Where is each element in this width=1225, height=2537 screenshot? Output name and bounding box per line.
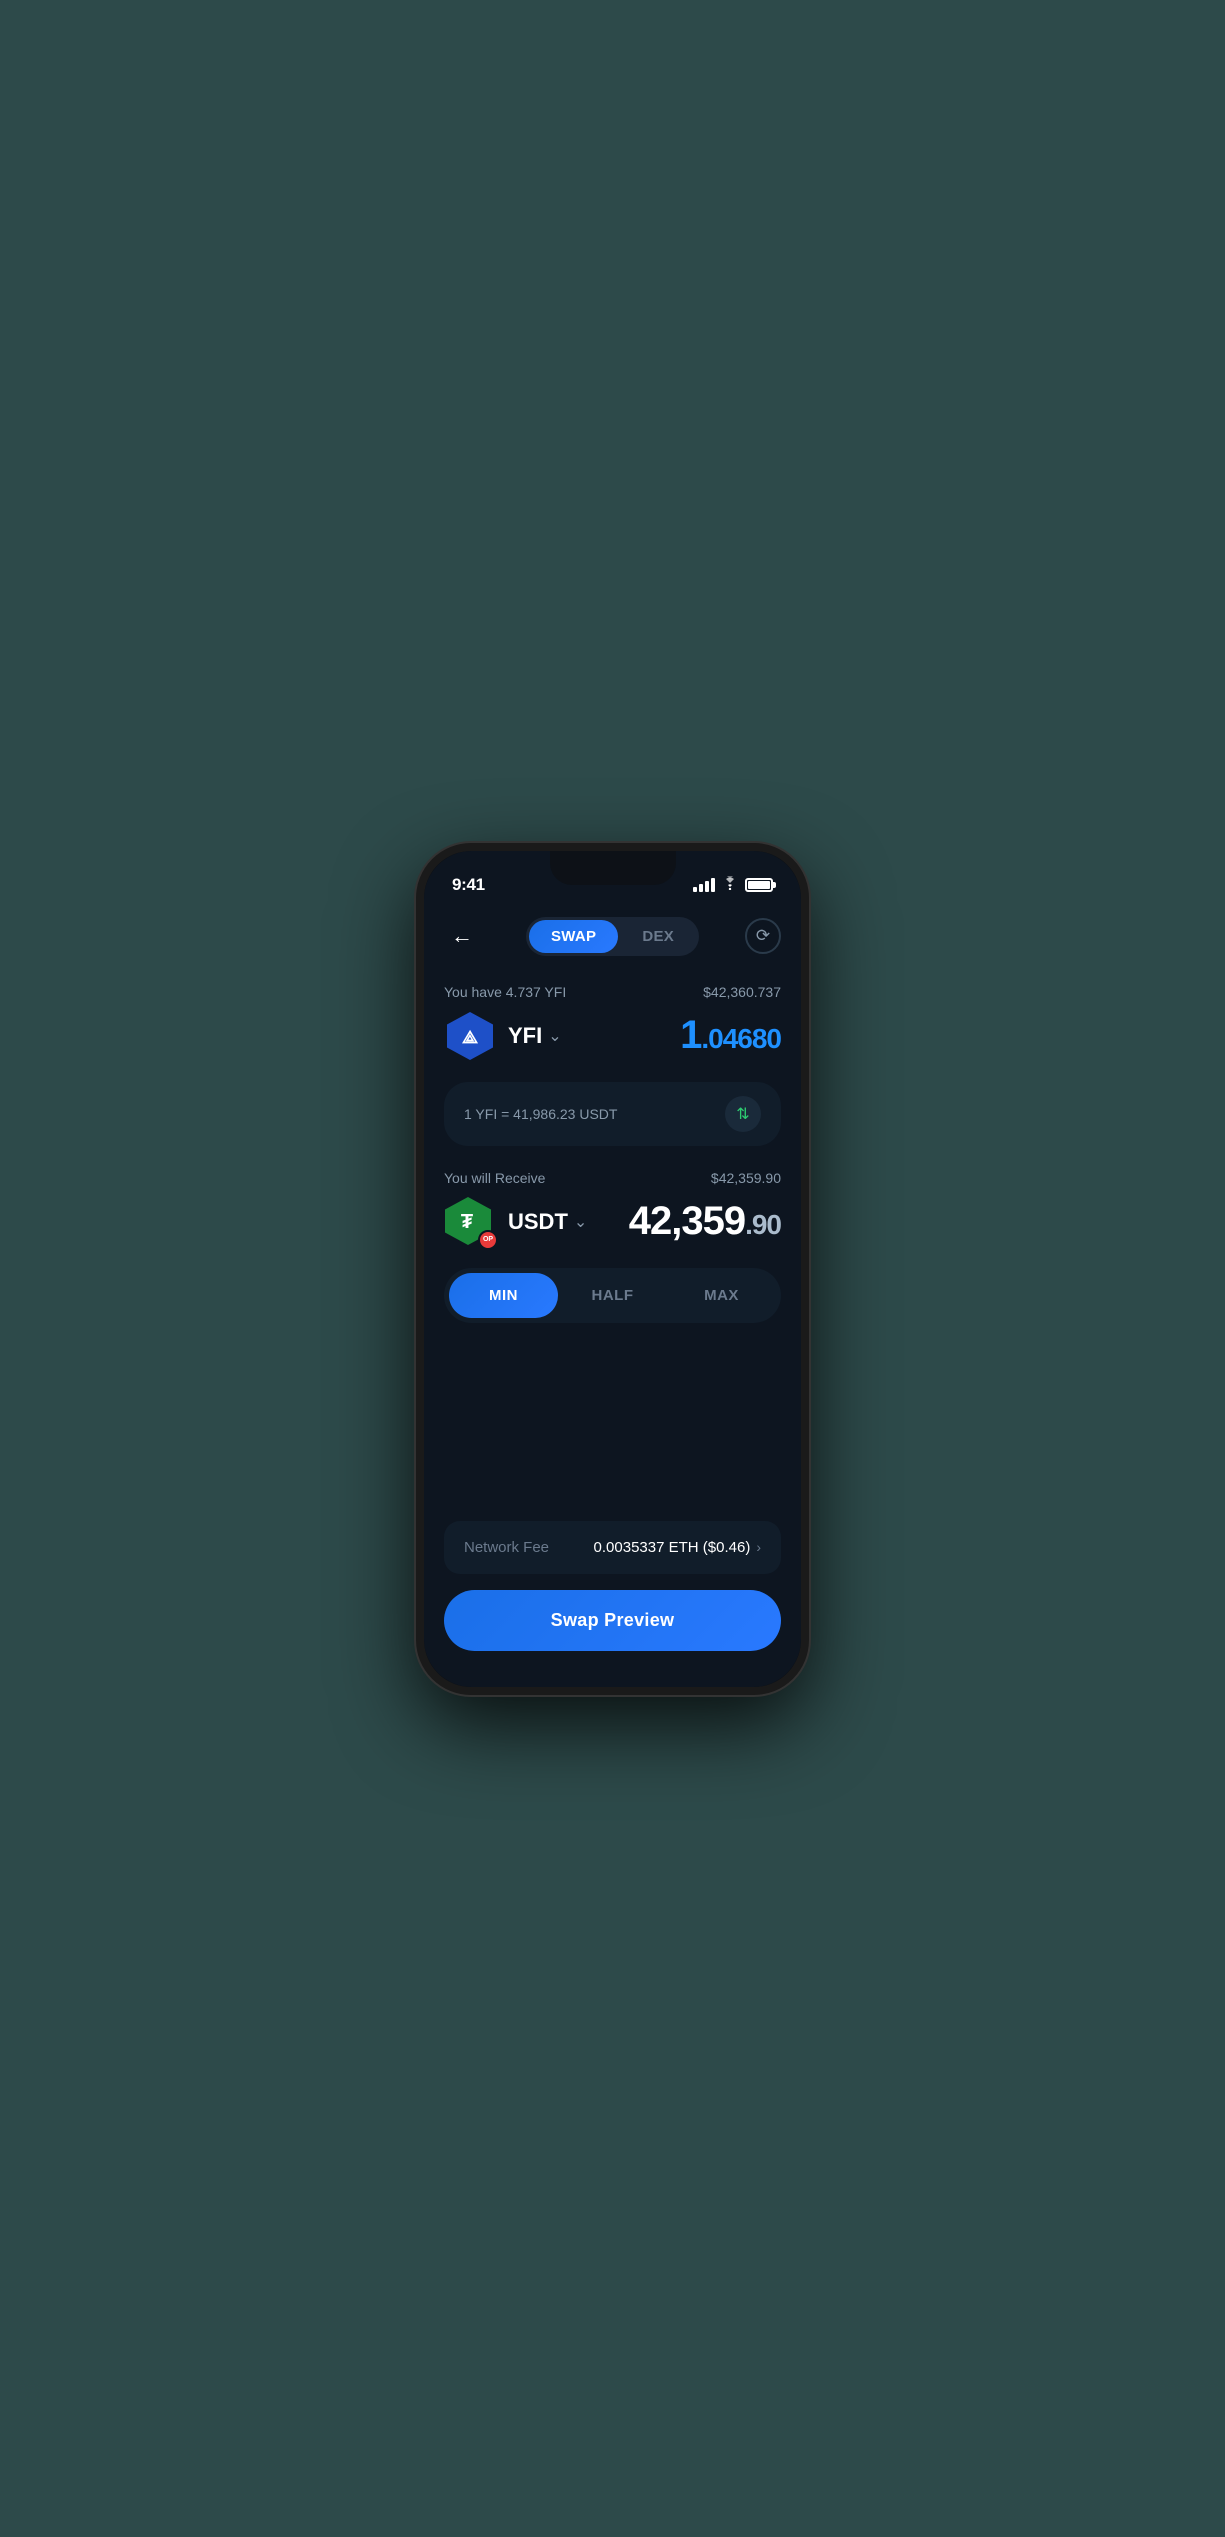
tab-swap[interactable]: SWAP <box>529 920 618 953</box>
max-button[interactable]: MAX <box>667 1273 776 1318</box>
notch <box>550 851 676 885</box>
back-arrow-icon: ← <box>451 923 473 949</box>
content-area: You have 4.737 YFI $42,360.737 ⟁ YFI ⌄ <box>424 964 801 1521</box>
network-fee-label: Network Fee <box>464 1539 549 1556</box>
svg-text:₮: ₮ <box>461 1211 473 1233</box>
exchange-rate-row: 1 YFI = 41,986.23 USDT ⇅ <box>444 1082 781 1146</box>
exchange-rate-text: 1 YFI = 41,986.23 USDT <box>464 1106 617 1122</box>
bottom-area: Swap Preview <box>424 1590 801 1687</box>
signal-icon <box>693 878 715 892</box>
tab-dex[interactable]: DEX <box>620 920 696 953</box>
to-token-chevron: ⌄ <box>574 1212 587 1232</box>
status-time: 9:41 <box>452 875 485 895</box>
swap-arrows-icon: ⇅ <box>736 1104 749 1124</box>
from-token-selector[interactable]: YFI ⌄ <box>508 1023 562 1049</box>
yfi-icon: ⟁ <box>444 1010 496 1062</box>
to-token-left: ₮ OP USDT ⌄ <box>444 1196 587 1248</box>
amount-button-group: MIN HALF MAX <box>444 1268 781 1323</box>
from-balance-label: You have 4.737 YFI <box>444 984 566 1000</box>
to-receive-value: $42,359.90 <box>711 1170 781 1186</box>
back-button[interactable]: ← <box>444 918 480 954</box>
network-fee-wrapper: Network Fee 0.0035337 ETH ($0.46) › <box>424 1521 801 1590</box>
from-token-row: ⟁ YFI ⌄ 1.04680 <box>444 1010 781 1062</box>
content-spacer <box>444 1347 781 1407</box>
from-section-header: You have 4.737 YFI $42,360.737 <box>444 984 781 1000</box>
from-token-left: ⟁ YFI ⌄ <box>444 1010 562 1062</box>
usdt-network-badge: OP <box>478 1230 498 1250</box>
to-token-name: USDT <box>508 1209 568 1235</box>
status-icons <box>693 876 773 893</box>
to-section-header: You will Receive $42,359.90 <box>444 1170 781 1186</box>
svg-text:⟁: ⟁ <box>462 1027 479 1047</box>
history-icon: ⟳ <box>756 926 770 946</box>
history-button[interactable]: ⟳ <box>745 918 781 954</box>
network-fee-row[interactable]: Network Fee 0.0035337 ETH ($0.46) › <box>444 1521 781 1574</box>
wifi-icon <box>721 876 739 893</box>
min-button[interactable]: MIN <box>449 1273 558 1318</box>
from-token-amount[interactable]: 1.04680 <box>680 1013 781 1058</box>
to-amount-decimal: .90 <box>745 1209 781 1240</box>
swap-direction-button[interactable]: ⇅ <box>725 1096 761 1132</box>
usdt-icon: ₮ OP <box>444 1196 496 1248</box>
to-token-row: ₮ OP USDT ⌄ 42,359.90 <box>444 1196 781 1248</box>
to-receive-label: You will Receive <box>444 1170 545 1186</box>
from-token-name: YFI <box>508 1023 542 1049</box>
network-fee-chevron: › <box>756 1539 761 1555</box>
from-balance-value: $42,360.737 <box>703 984 781 1000</box>
to-token-amount: 42,359.90 <box>629 1199 781 1244</box>
from-amount-decimal: .04680 <box>701 1023 781 1054</box>
battery-icon <box>745 878 773 892</box>
from-amount-whole: 1 <box>680 1013 701 1057</box>
network-fee-value-group: 0.0035337 ETH ($0.46) › <box>594 1539 761 1556</box>
tab-group: SWAP DEX <box>526 917 699 956</box>
half-button[interactable]: HALF <box>558 1273 667 1318</box>
network-fee-amount: 0.0035337 ETH ($0.46) <box>594 1539 751 1556</box>
header: ← SWAP DEX ⟳ <box>424 905 801 964</box>
to-amount-whole: 42,359 <box>629 1199 745 1243</box>
swap-preview-button[interactable]: Swap Preview <box>444 1590 781 1651</box>
from-token-chevron: ⌄ <box>548 1026 561 1046</box>
to-token-selector[interactable]: USDT ⌄ <box>508 1209 587 1235</box>
